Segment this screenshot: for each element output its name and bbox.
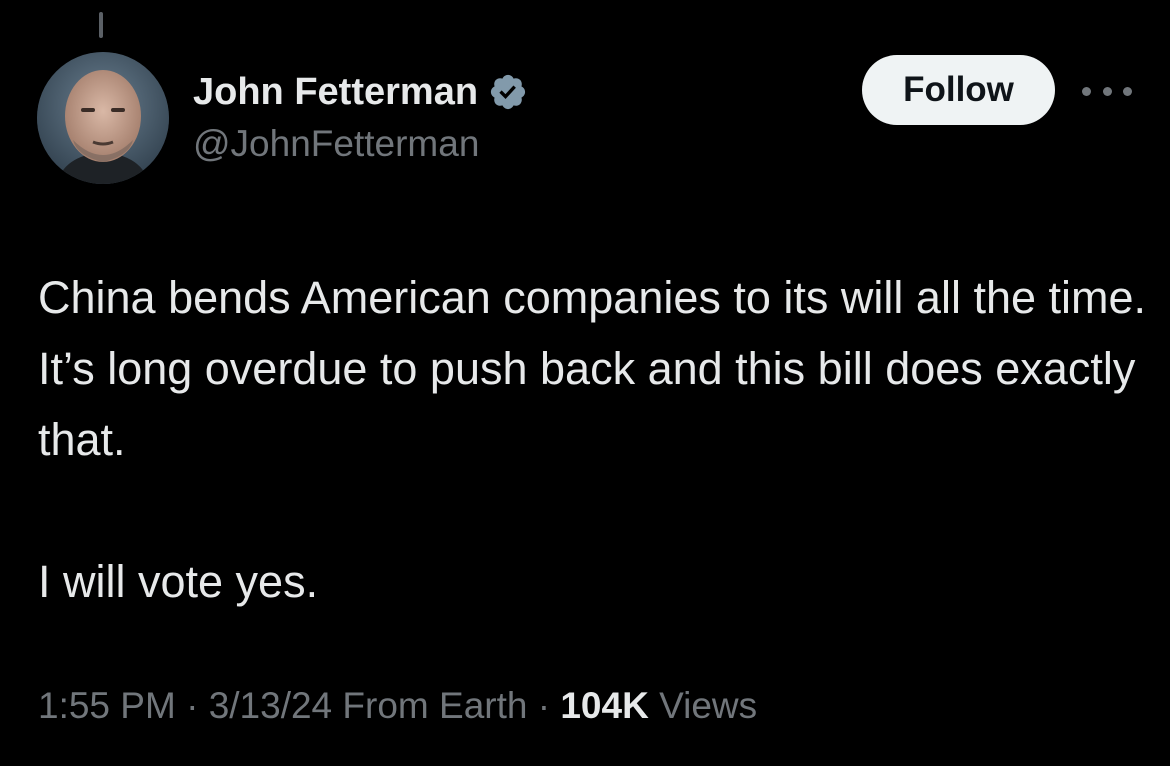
avatar-photo	[37, 52, 169, 184]
tweet-text: China bends American companies to its wi…	[38, 262, 1148, 617]
follow-button[interactable]: Follow	[862, 55, 1055, 125]
more-dot	[1102, 86, 1112, 96]
verified-badge-icon[interactable]	[488, 72, 528, 112]
more-dot	[1082, 86, 1091, 96]
author-name-row: John Fetterman	[193, 66, 528, 118]
meta-separator: ·	[186, 685, 199, 726]
meta-separator: ·	[537, 685, 551, 726]
tweet-paragraph: China bends American companies to its wi…	[38, 272, 1147, 465]
tweet-paragraph: I will vote yes.	[38, 556, 319, 607]
views-label[interactable]: Views	[659, 685, 757, 726]
author-display-name[interactable]: John Fetterman	[193, 73, 478, 111]
more-dot	[1123, 86, 1132, 96]
avatar[interactable]	[37, 52, 169, 184]
thread-connector-line	[99, 12, 103, 38]
tweet-meta: 1:55 PM · 3/13/24 From Earth · 104K View…	[38, 684, 757, 728]
views-count[interactable]: 104K	[560, 685, 648, 726]
author-handle[interactable]: @JohnFetterman	[193, 122, 479, 166]
tweet-date[interactable]: 3/13/24	[209, 685, 332, 726]
more-horizontal-icon[interactable]	[1082, 78, 1132, 104]
tweet-time[interactable]: 1:55 PM	[38, 685, 176, 726]
tweet-location: From Earth	[342, 685, 528, 726]
